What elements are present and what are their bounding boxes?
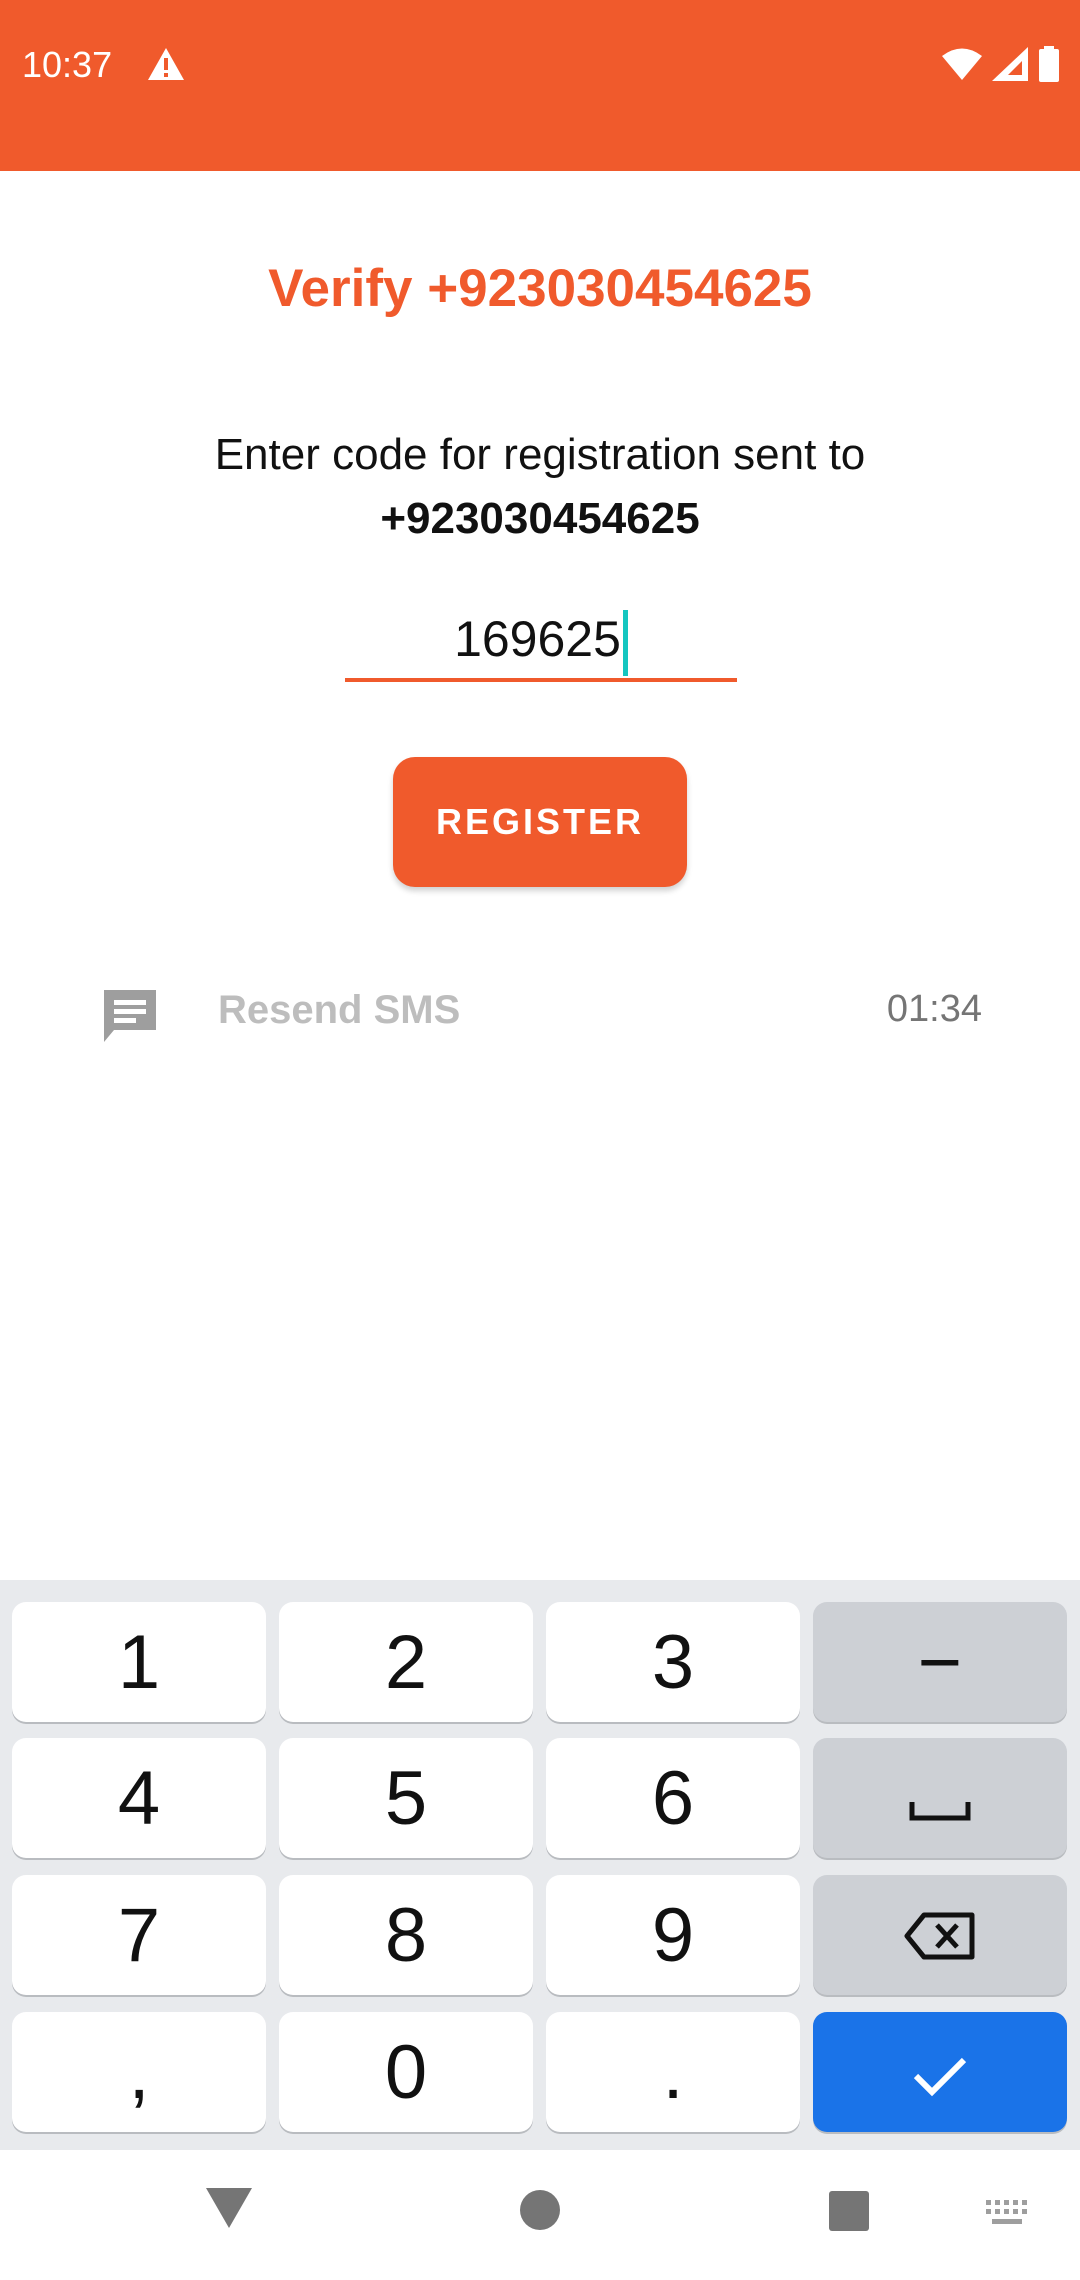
page-title: Verify +923030454625 [268, 259, 812, 318]
resend-sms-label: Resend SMS [218, 988, 461, 1032]
key-5[interactable]: 5 [279, 1738, 533, 1858]
status-icons [942, 44, 1060, 88]
key-8[interactable]: 8 [279, 1875, 533, 1995]
key-3[interactable]: 3 [546, 1602, 800, 1722]
keyboard-icon[interactable] [984, 2198, 1030, 2233]
resend-sms-row[interactable]: Resend SMS 01:34 [0, 970, 1080, 1050]
key-backspace[interactable] [813, 1875, 1067, 1995]
key-7[interactable]: 7 [12, 1875, 266, 1995]
text-cursor [622, 609, 628, 676]
key-minus[interactable]: − [813, 1602, 1067, 1722]
recents-square-icon[interactable] [828, 2190, 870, 2237]
instruction-text: Enter code for registration sent to [214, 430, 866, 479]
status-bar: 10:37 [0, 0, 1080, 171]
phone-number: +923030454625 [380, 494, 700, 543]
key-comma[interactable]: , [12, 2012, 266, 2132]
code-value: 169625 [454, 611, 621, 667]
numeric-keyboard: 1 2 3 − 4 5 6 7 8 9 , 0 . [0, 1580, 1080, 2150]
cell-signal-icon [992, 46, 1028, 86]
key-0[interactable]: 0 [279, 2012, 533, 2132]
backspace-icon [904, 1892, 976, 1979]
check-icon [912, 2029, 968, 2116]
warning-icon [146, 46, 186, 82]
resend-timer: 01:34 [886, 988, 982, 1030]
key-done[interactable] [813, 2012, 1067, 2132]
battery-icon [1038, 45, 1060, 87]
key-2[interactable]: 2 [279, 1602, 533, 1722]
key-4[interactable]: 4 [12, 1738, 266, 1858]
key-period[interactable]: . [546, 2012, 800, 2132]
code-input[interactable]: 169625 [345, 600, 737, 682]
status-time: 10:37 [22, 44, 113, 85]
back-triangle-icon[interactable] [204, 2186, 254, 2235]
key-9[interactable]: 9 [546, 1875, 800, 1995]
navigation-bar [0, 2150, 1080, 2280]
key-space[interactable] [813, 1738, 1067, 1858]
space-icon [908, 1755, 972, 1842]
key-1[interactable]: 1 [12, 1602, 266, 1722]
register-button[interactable]: REGISTER [393, 757, 687, 887]
message-icon [100, 986, 160, 1046]
wifi-icon [942, 47, 982, 86]
key-6[interactable]: 6 [546, 1738, 800, 1858]
home-circle-icon[interactable] [518, 2188, 562, 2237]
